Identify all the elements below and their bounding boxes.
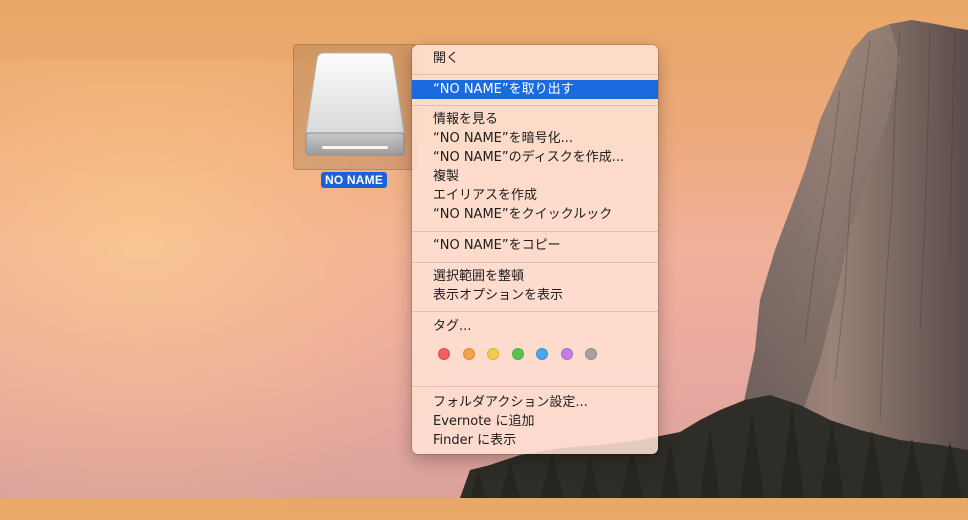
menu-item-copy[interactable]: “NO NAME”をコピー	[412, 236, 658, 255]
green-tag-dot[interactable]	[511, 348, 524, 360]
external-drive-icon	[305, 52, 405, 156]
purple-tag-dot[interactable]	[560, 348, 573, 360]
menu-separator	[412, 386, 658, 387]
menu-item-finder[interactable]: Finder に表示	[412, 431, 658, 450]
menu-item-open[interactable]: 開く	[412, 49, 658, 68]
menu-item-get-info[interactable]: 情報を見る	[412, 110, 658, 129]
menu-item-eject[interactable]: “NO NAME”を取り出す	[412, 80, 658, 99]
menu-separator	[412, 231, 658, 232]
context-menu: 開く “NO NAME”を取り出す 情報を見る “NO NAME”を暗号化...…	[412, 45, 658, 454]
blue-tag-dot[interactable]	[536, 348, 548, 360]
menu-item-tags[interactable]: タグ...	[412, 317, 658, 336]
menu-item-quick-look[interactable]: “NO NAME”をクイックルック	[412, 205, 658, 224]
menu-separator	[412, 262, 658, 263]
menu-item-make-alias[interactable]: エイリアスを作成	[412, 186, 658, 205]
menu-item-evernote[interactable]: Evernote に追加	[412, 412, 658, 431]
menu-item-folder-actions[interactable]: フォルダアクション設定...	[412, 393, 658, 412]
menu-item-encrypt[interactable]: “NO NAME”を暗号化...	[412, 129, 658, 148]
menu-separator	[412, 74, 658, 75]
menu-item-view-options[interactable]: 表示オプションを表示	[412, 286, 658, 305]
external-drive-icon-selection[interactable]	[293, 44, 417, 170]
yellow-tag-dot[interactable]	[487, 348, 499, 360]
gray-tag-dot[interactable]	[585, 348, 597, 360]
menu-separator	[412, 311, 658, 312]
menu-item-clean-up[interactable]: 選択範囲を整頓	[412, 267, 658, 286]
red-tag-dot[interactable]	[438, 348, 450, 360]
menu-separator	[412, 105, 658, 106]
orange-tag-dot[interactable]	[462, 348, 475, 360]
drive-name-label[interactable]: NO NAME	[321, 172, 388, 188]
menu-item-duplicate[interactable]: 複製	[412, 167, 658, 186]
menu-item-burn[interactable]: “NO NAME”のディスクを作成...	[412, 148, 658, 167]
